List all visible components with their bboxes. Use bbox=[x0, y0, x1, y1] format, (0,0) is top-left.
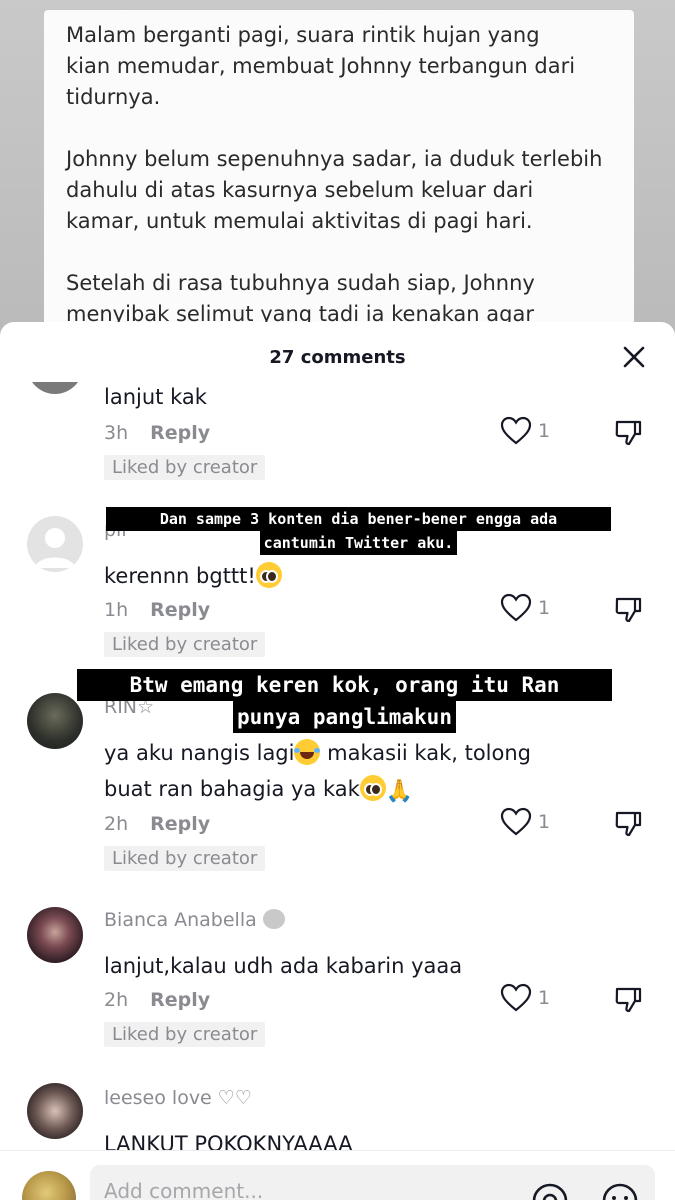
heart-icon bbox=[500, 593, 532, 622]
reply-button[interactable]: Reply bbox=[150, 813, 210, 835]
dislike-button[interactable] bbox=[613, 418, 643, 452]
story-paragraph: Malam berganti pagi, suara rintik hujan … bbox=[66, 23, 576, 109]
dislike-icon bbox=[615, 597, 642, 623]
dislike-icon bbox=[615, 987, 642, 1013]
caption-line: Btw emang keren kok, orang itu Ran bbox=[77, 669, 612, 701]
comment-username[interactable]: leeseo love ♡♡ bbox=[104, 1087, 252, 1109]
dislike-button[interactable] bbox=[613, 985, 643, 1019]
comment-meta: 2h Reply bbox=[104, 813, 210, 835]
reply-button[interactable]: Reply bbox=[150, 599, 210, 621]
story-paragraph: Johnny belum sepenuhnya sadar, ia duduk … bbox=[66, 147, 603, 233]
comment-input-bar bbox=[0, 1150, 675, 1200]
comment-list[interactable]: lanjut kak 3h Reply 1 Liked by creator k… bbox=[0, 382, 675, 1150]
comment-text: lanjut kak bbox=[104, 385, 207, 409]
pleading-face-emoji bbox=[255, 562, 282, 588]
heart-icon bbox=[500, 807, 532, 836]
comment-input-pill[interactable] bbox=[90, 1165, 655, 1200]
liked-by-creator-badge: Liked by creator bbox=[104, 1022, 266, 1047]
emoji-icon[interactable] bbox=[600, 1181, 640, 1200]
background-video-frame: Malam berganti pagi, suara rintik hujan … bbox=[0, 0, 675, 360]
comment-time: 2h bbox=[104, 813, 129, 835]
reply-button[interactable]: Reply bbox=[150, 422, 210, 444]
comments-count-title: 27 comments bbox=[269, 346, 406, 368]
comment-time: 1h bbox=[104, 599, 129, 621]
comment-meta: 3h Reply bbox=[104, 422, 210, 444]
reply-button[interactable]: Reply bbox=[150, 989, 210, 1011]
liked-by-creator-badge: Liked by creator bbox=[104, 846, 266, 871]
dislike-icon bbox=[615, 420, 642, 446]
avatar[interactable] bbox=[27, 1083, 83, 1139]
story-paragraph: Setelah di rasa tubuhnya sudah siap, Joh… bbox=[66, 271, 535, 326]
comment-input[interactable] bbox=[104, 1179, 484, 1200]
comment-username[interactable]: Bianca Anabella bbox=[104, 909, 285, 931]
liked-by-creator-badge: Liked by creator bbox=[104, 455, 266, 480]
like-count: 1 bbox=[538, 597, 551, 619]
like-count: 1 bbox=[538, 811, 551, 833]
close-button[interactable] bbox=[619, 342, 649, 372]
avatar[interactable] bbox=[27, 693, 83, 749]
comment-time: 2h bbox=[104, 989, 129, 1011]
dislike-button[interactable] bbox=[613, 595, 643, 629]
like-button[interactable]: 1 bbox=[500, 807, 550, 837]
close-icon bbox=[623, 346, 645, 368]
caption-overlay: Btw emang keren kok, orang itu Ran punya… bbox=[77, 669, 612, 733]
comment-meta: 2h Reply bbox=[104, 989, 210, 1011]
caption-line: cantumin Twitter aku. bbox=[259, 531, 458, 555]
like-button[interactable]: 1 bbox=[500, 416, 550, 446]
avatar[interactable] bbox=[27, 907, 83, 963]
avatar[interactable] bbox=[27, 516, 83, 572]
dislike-button[interactable] bbox=[613, 809, 643, 843]
like-button[interactable]: 1 bbox=[500, 593, 550, 623]
like-count: 1 bbox=[538, 420, 551, 442]
comment-text: lanjut,kalau udh ada kabarin yaaa bbox=[104, 954, 463, 978]
pleading-face-emoji bbox=[359, 775, 386, 801]
dislike-icon bbox=[615, 811, 642, 837]
my-avatar[interactable] bbox=[22, 1171, 76, 1200]
default-avatar-icon bbox=[35, 528, 75, 568]
comment-text: ya aku nangis lagi makasii kak, tolong b… bbox=[104, 735, 604, 810]
comment-text: LANKUT POKOKNYAAAA bbox=[104, 1132, 353, 1150]
heart-icon bbox=[500, 983, 532, 1012]
caption-line: Dan sampe 3 konten dia bener-bener engga… bbox=[106, 507, 611, 531]
comments-sheet: 27 comments lanjut kak 3h Reply 1 Liked … bbox=[0, 322, 675, 1200]
caption-line: punya panglimakun bbox=[233, 701, 456, 733]
comment-text: kerennn bgttt! bbox=[104, 558, 584, 594]
at-sign-icon[interactable] bbox=[530, 1181, 570, 1200]
like-button[interactable]: 1 bbox=[500, 983, 550, 1013]
caption-overlay: Dan sampe 3 konten dia bener-bener engga… bbox=[106, 507, 611, 555]
comment-meta: 1h Reply bbox=[104, 599, 210, 621]
koala-emoji bbox=[262, 909, 285, 929]
comment-time: 3h bbox=[104, 422, 129, 444]
folded-hands-emoji: 🙏 bbox=[385, 779, 414, 804]
laughing-tears-emoji bbox=[294, 739, 321, 765]
avatar[interactable] bbox=[27, 382, 83, 394]
like-count: 1 bbox=[538, 987, 551, 1009]
heart-icon bbox=[500, 416, 532, 445]
story-document: Malam berganti pagi, suara rintik hujan … bbox=[44, 10, 634, 350]
liked-by-creator-badge: Liked by creator bbox=[104, 632, 266, 657]
